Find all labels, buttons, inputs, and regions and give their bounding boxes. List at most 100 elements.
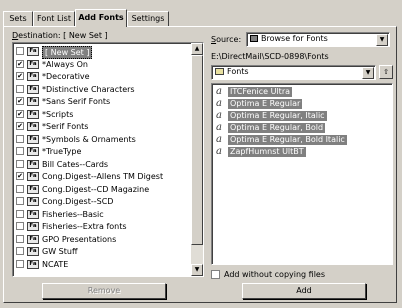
set-checkbox[interactable]: ✔ <box>16 97 24 105</box>
font-set-icon: Fa <box>27 134 39 144</box>
source-path: E:\DirectMail\SCD-0898\Fonts <box>211 52 329 61</box>
scroll-thumb[interactable] <box>191 55 203 245</box>
remove-button[interactable]: Remove <box>42 283 166 299</box>
list-item[interactable]: ✔ Fa *Sans Serif Fonts <box>15 95 189 108</box>
destination-set-list[interactable]: Fa[ New Set ] ✔ Fa *Always On ✔ Fa *Decorative… <box>12 42 204 277</box>
up-folder-icon: ⇧ <box>383 68 389 76</box>
set-checkbox[interactable]: ✔ <box>16 109 24 118</box>
set-checkbox[interactable]: ✔ <box>16 122 24 130</box>
set-label: *Sans Serif Fonts <box>42 97 111 106</box>
font-set-icon: Fa <box>27 109 39 119</box>
list-item[interactable]: ✔ Fa *Serif Fonts <box>15 120 189 133</box>
font-set-icon: Fa <box>27 172 39 181</box>
add-button[interactable]: Add <box>242 283 366 299</box>
source-dropdown[interactable]: Browse for Fonts ▼ <box>246 32 390 47</box>
font-set-icon: Fa <box>27 159 39 169</box>
tab-add-fonts[interactable]: Add Fonts <box>75 9 127 27</box>
font-set-icon: Fa <box>27 72 39 81</box>
set-label: Fisheries--Basic <box>42 209 104 219</box>
list-item[interactable]: Fa *Symbols & Ornaments <box>15 133 189 146</box>
set-label: Cong.Digest--CD Magazine <box>42 184 150 194</box>
chevron-down-icon[interactable]: ▼ <box>362 67 374 79</box>
set-checkbox[interactable] <box>16 159 24 168</box>
set-checkbox[interactable] <box>16 234 24 243</box>
tab-settings[interactable]: Settings <box>127 11 169 26</box>
font-file-icon: a <box>216 122 222 133</box>
set-label: Bill Cates--Cards <box>42 159 109 169</box>
list-item[interactable]: Fa Cong.Digest--SCD <box>15 195 189 208</box>
folder-dropdown[interactable]: Fonts ▼ <box>211 65 376 80</box>
list-item[interactable]: Fa GW Stuff <box>15 245 189 258</box>
font-file-label: Optima E Regular, Bold <box>228 123 326 133</box>
scroll-up-button[interactable]: ▲ <box>191 43 203 55</box>
font-file-item[interactable]: a ITCFenice Ultra <box>214 86 390 98</box>
list-item[interactable]: Fa NCATE <box>15 258 189 271</box>
list-item[interactable]: Fa Cong.Digest--CD Magazine <box>15 183 189 196</box>
set-checkbox[interactable] <box>16 184 24 193</box>
set-label: *Always On <box>42 59 88 69</box>
list-item[interactable]: ✔ Fa Cong.Digest--Allens TM Digest <box>15 170 189 183</box>
font-set-icon: Fa <box>27 234 39 244</box>
font-file-item[interactable]: a Optima E Regular <box>214 98 390 110</box>
set-checkbox[interactable] <box>16 259 24 268</box>
add-without-copying-checkbox[interactable] <box>211 270 220 279</box>
list-item[interactable]: Fa *TrueType <box>15 145 189 158</box>
destination-label: Destination: [ New Set ] <box>12 31 108 40</box>
font-set-icon: Fa <box>27 122 39 131</box>
font-file-label: Optima E Regular <box>228 99 303 109</box>
set-checkbox[interactable] <box>16 247 24 255</box>
tab-strip: Sets Font List Add Fonts Settings <box>3 9 397 27</box>
font-file-icon: a <box>216 146 222 157</box>
add-without-copying-option[interactable]: Add without copying files <box>211 270 325 279</box>
list-item[interactable]: Fa *Distinctive Characters <box>15 83 189 96</box>
font-file-item[interactable]: a Optima E Regular, Bold Italic <box>214 134 390 146</box>
set-label: GW Stuff <box>42 247 78 256</box>
set-label: *TrueType <box>42 147 82 156</box>
set-checkbox[interactable] <box>16 209 24 218</box>
set-checkbox[interactable]: ✔ <box>16 72 24 80</box>
set-checkbox[interactable] <box>16 197 24 205</box>
set-label: Cong.Digest--SCD <box>42 197 114 206</box>
set-checkbox[interactable] <box>16 147 24 155</box>
list-item[interactable]: ✔ Fa *Always On <box>15 58 189 71</box>
set-label: Fisheries--Extra fonts <box>42 222 127 231</box>
list-item[interactable]: ✔ Fa *Scripts <box>15 108 189 121</box>
font-file-item[interactable]: a Optima E Regular, Bold <box>214 122 390 134</box>
scroll-down-button[interactable]: ▼ <box>191 264 203 276</box>
add-fonts-panel: Destination: [ New Set ] Fa[ New Set ] ✔ F… <box>3 26 397 303</box>
folder-up-button[interactable]: ⇧ <box>379 65 393 79</box>
font-file-icon: a <box>216 110 222 121</box>
set-checkbox[interactable] <box>16 222 24 230</box>
set-label: *Decorative <box>42 72 90 81</box>
list-item[interactable]: ✔ Fa *Decorative <box>15 70 189 83</box>
destination-scrollbar[interactable]: ▲ ▼ <box>191 43 203 276</box>
font-set-icon: Fa <box>27 247 39 256</box>
set-label: NCATE <box>42 259 69 269</box>
set-label: Cong.Digest--Allens TM Digest <box>42 172 164 181</box>
font-set-icon: Fa <box>27 184 39 194</box>
font-set-icon: Fa <box>27 197 39 206</box>
font-set-icon: Fa <box>27 259 39 269</box>
font-file-item[interactable]: a Optima E Regular, Italic <box>214 110 390 122</box>
tab-sets[interactable]: Sets <box>3 11 33 26</box>
chevron-down-icon[interactable]: ▼ <box>376 34 388 46</box>
set-checkbox[interactable] <box>16 47 24 55</box>
set-checkbox[interactable] <box>16 84 24 93</box>
set-label: *Serif Fonts <box>42 122 89 131</box>
list-item[interactable]: Fa Bill Cates--Cards <box>15 158 189 171</box>
list-item[interactable]: Fa Fisheries--Extra fonts <box>15 220 189 233</box>
font-set-icon: Fa <box>27 47 39 56</box>
list-item[interactable]: Fa GPO Presentations <box>15 233 189 246</box>
set-checkbox[interactable] <box>16 134 24 143</box>
tab-font-list[interactable]: Font List <box>33 11 75 26</box>
list-item[interactable]: Fa Fisheries--Basic <box>15 208 189 221</box>
source-label: Source: <box>211 35 242 44</box>
font-file-list[interactable]: a ITCFenice Ultra a Optima E Regular a Optima… <box>211 83 393 265</box>
font-file-label: ITCFenice Ultra <box>228 87 293 97</box>
set-checkbox[interactable]: ✔ <box>16 172 24 180</box>
font-set-icon: Fa <box>27 222 39 231</box>
font-file-item[interactable]: a ZapfHumnst UltBT <box>214 146 390 158</box>
list-item[interactable]: Fa[ New Set ] <box>15 45 189 59</box>
set-checkbox[interactable]: ✔ <box>16 59 24 68</box>
font-set-icon: Fa <box>27 97 39 106</box>
